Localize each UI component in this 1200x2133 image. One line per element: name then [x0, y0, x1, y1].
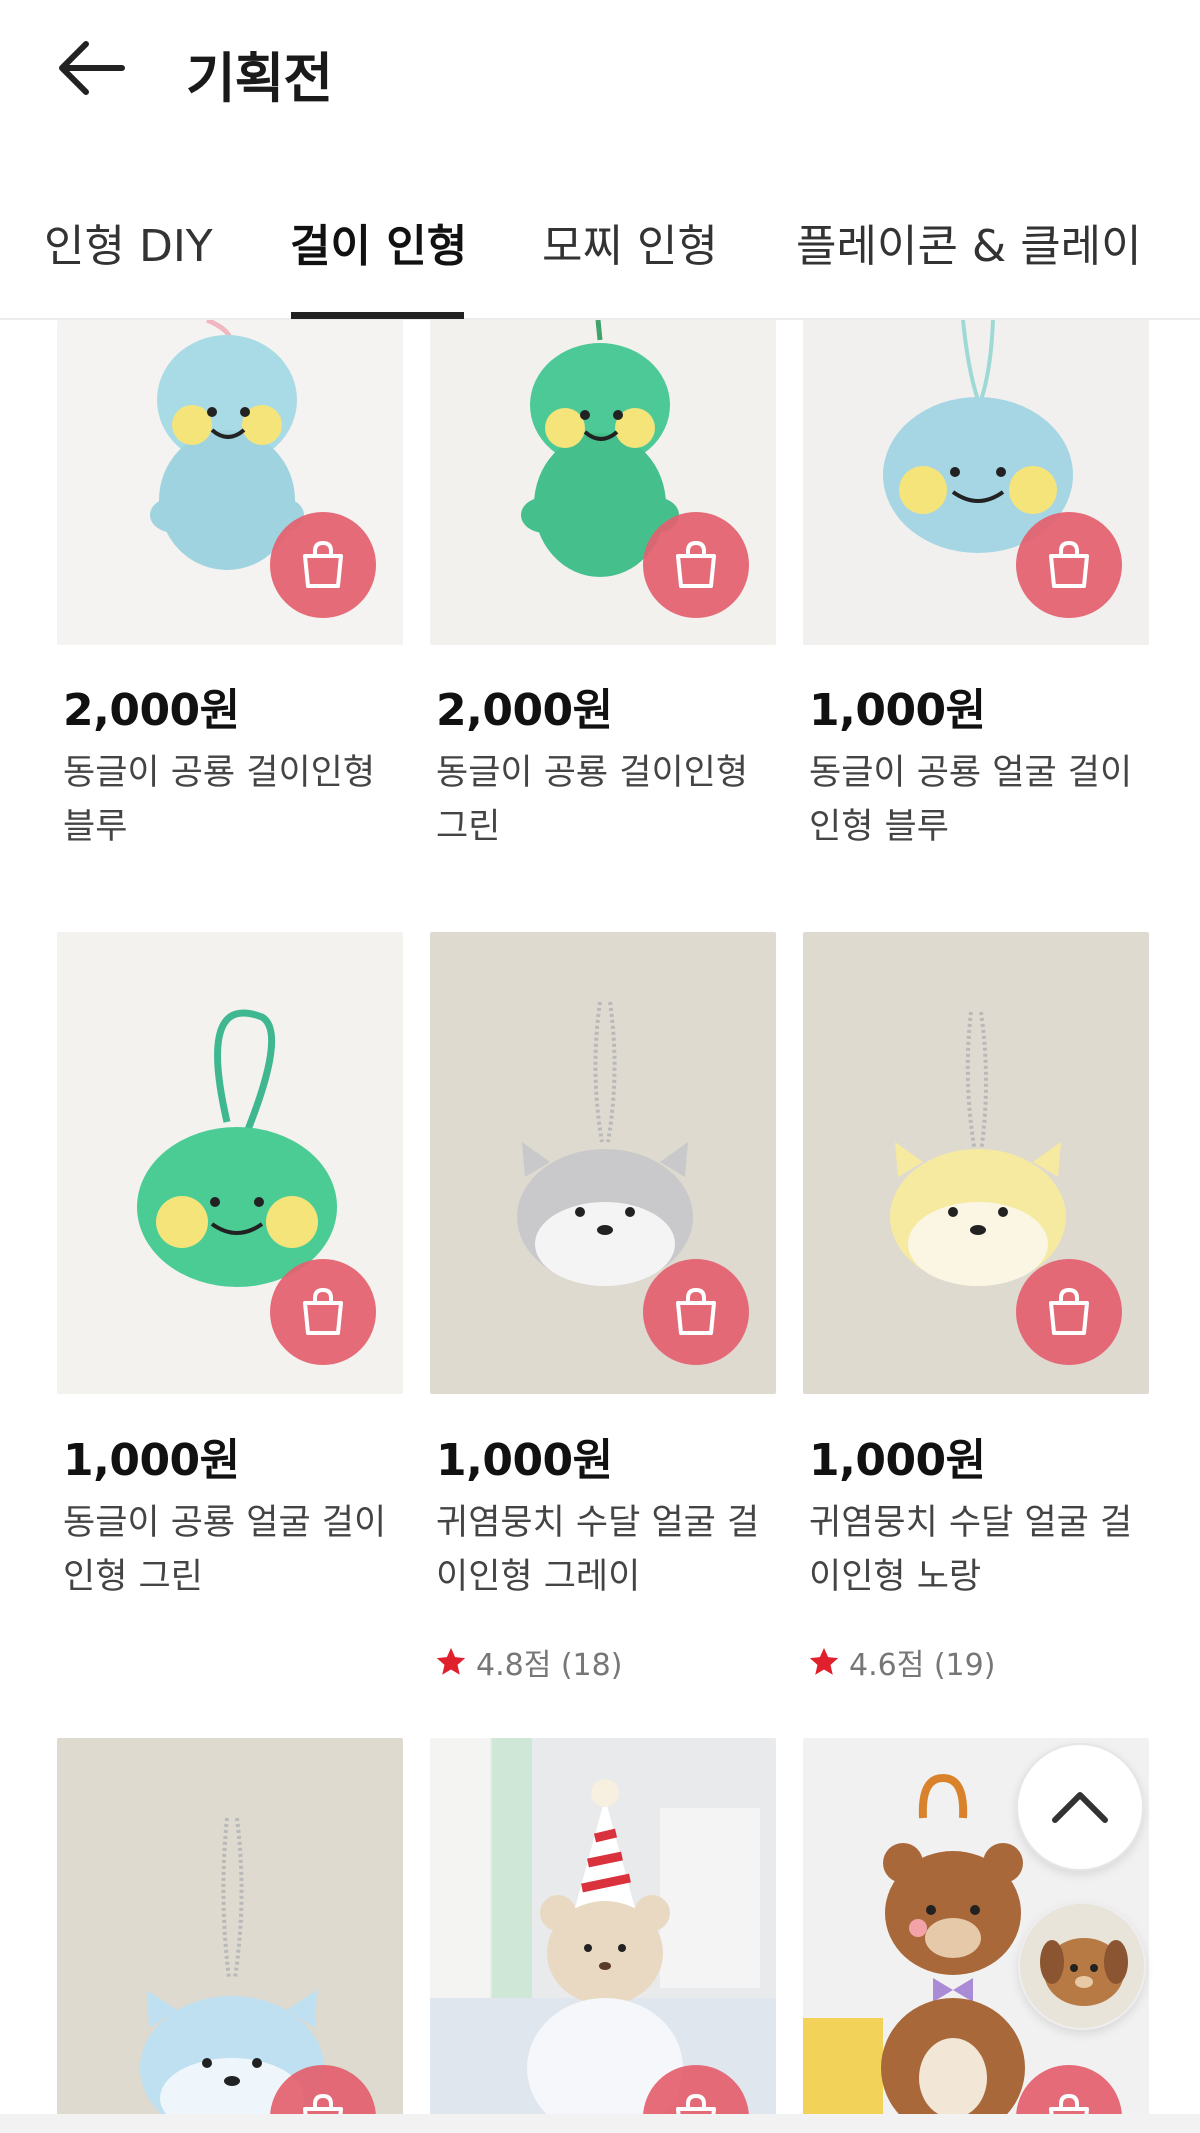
tab-playcorn-clay[interactable]: 플레이콘 & 클레이	[796, 210, 1142, 274]
recent-product-thumbnail	[1020, 1904, 1144, 2028]
product-price: 1,000원	[809, 685, 986, 736]
star-icon	[809, 1647, 839, 1675]
product-image[interactable]	[57, 1738, 403, 2115]
product-rating: 4.8점 (18)	[434, 1640, 622, 1684]
product-image[interactable]	[430, 1738, 776, 2115]
scroll-to-top-button[interactable]	[1016, 1743, 1144, 1871]
tab-hanging-doll[interactable]: 걸이 인형	[290, 210, 467, 274]
product-price: 1,000원	[63, 1435, 240, 1486]
product-card[interactable]: 2,000원 동글이 공룡 걸이인형 그린	[430, 320, 776, 860]
shopping-bag-icon	[303, 540, 343, 588]
product-price: 1,000원	[809, 1435, 986, 1486]
rating-text: 4.8점 (18)	[476, 1648, 623, 1683]
product-card[interactable]: 1,000원 귀염뭉치 수달 얼굴 걸이인형 노랑 4.6점 (19)	[803, 932, 1149, 1683]
arrow-left-icon	[59, 41, 125, 95]
category-tabs: 인형 DIY 걸이 인형 모찌 인형 플레이콘 & 클레이	[0, 190, 1200, 320]
shopping-bag-icon	[303, 2093, 343, 2115]
product-card[interactable]	[430, 1738, 776, 2115]
product-name[interactable]: 귀염뭉치 수달 얼굴 걸이인형 노랑	[809, 1496, 1149, 1604]
shopping-bag-icon	[303, 1287, 343, 1335]
add-to-cart-button[interactable]	[643, 1259, 749, 1365]
floating-recent-item-button[interactable]	[1018, 1902, 1146, 2030]
product-price: 2,000원	[436, 685, 613, 736]
product-image[interactable]	[57, 932, 403, 1394]
shopping-bag-icon	[676, 2093, 716, 2115]
shopping-bag-icon	[676, 540, 716, 588]
product-rating: 4.6점 (19)	[807, 1640, 995, 1684]
add-to-cart-button[interactable]	[270, 1259, 376, 1365]
page-title: 기획전	[186, 47, 333, 110]
add-to-cart-button[interactable]	[1016, 1259, 1122, 1365]
product-image[interactable]	[430, 932, 776, 1394]
back-button[interactable]	[52, 28, 132, 108]
tab-doll-diy[interactable]: 인형 DIY	[44, 210, 213, 274]
chevron-up-icon	[1052, 1792, 1108, 1823]
shopping-bag-icon	[1049, 540, 1089, 588]
star-icon	[436, 1647, 466, 1675]
product-card[interactable]: 1,000원 동글이 공룡 얼굴 걸이인형 블루	[803, 320, 1149, 860]
shopping-bag-icon	[676, 1287, 716, 1335]
product-grid: 2,000원 동글이 공룡 걸이인형 블루 2,000원 동글이 공룡 걸이인형…	[0, 320, 1200, 2115]
product-name[interactable]: 귀염뭉치 수달 얼굴 걸이인형 그레이	[436, 1496, 776, 1604]
product-image[interactable]	[803, 932, 1149, 1394]
shopping-bag-icon	[1049, 2093, 1089, 2115]
product-image[interactable]	[803, 320, 1149, 645]
product-name[interactable]: 동글이 공룡 걸이인형 블루	[63, 746, 403, 854]
product-image[interactable]	[57, 320, 403, 645]
add-to-cart-button[interactable]	[1016, 512, 1122, 618]
bottom-edge	[0, 2114, 1200, 2133]
add-to-cart-button[interactable]	[643, 512, 749, 618]
product-name[interactable]: 동글이 공룡 걸이인형 그린	[436, 746, 776, 854]
rating-text: 4.6점 (19)	[849, 1648, 996, 1683]
product-image[interactable]	[430, 320, 776, 645]
product-card[interactable]	[57, 1738, 403, 2115]
product-name[interactable]: 동글이 공룡 얼굴 걸이인형 그린	[63, 1496, 403, 1604]
app-header: 기획전	[0, 0, 1200, 140]
product-card[interactable]: 2,000원 동글이 공룡 걸이인형 블루	[57, 320, 403, 860]
active-tab-indicator	[291, 312, 464, 319]
shopping-bag-icon	[1049, 1287, 1089, 1335]
add-to-cart-button[interactable]	[270, 512, 376, 618]
tab-mochi-doll[interactable]: 모찌 인형	[542, 210, 718, 274]
product-name[interactable]: 동글이 공룡 얼굴 걸이인형 블루	[809, 746, 1149, 854]
product-price: 1,000원	[436, 1435, 613, 1486]
product-price: 2,000원	[63, 685, 240, 736]
product-card[interactable]: 1,000원 귀염뭉치 수달 얼굴 걸이인형 그레이 4.8점 (18)	[430, 932, 776, 1683]
product-card[interactable]: 1,000원 동글이 공룡 얼굴 걸이인형 그린	[57, 932, 403, 1672]
